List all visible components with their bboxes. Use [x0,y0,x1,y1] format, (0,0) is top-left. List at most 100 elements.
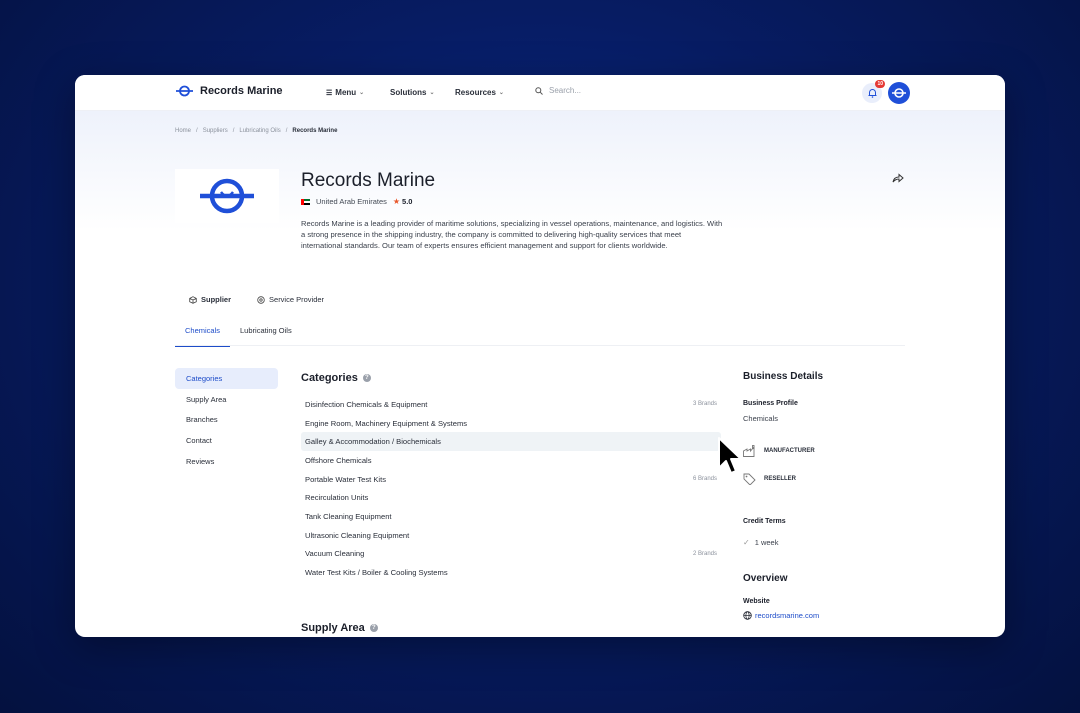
website-link[interactable]: recordsmarine.com [743,611,819,620]
tabs-divider [175,345,905,346]
company-logo-icon [200,178,254,214]
search-placeholder: Search... [549,86,582,95]
category-name: Tank Cleaning Equipment [305,511,392,521]
search-input[interactable]: Search... [535,86,581,95]
category-brands: 6 Brands [692,476,717,483]
box-icon [189,295,197,304]
credit-terms-row: ✓ 1 week [743,538,778,547]
brand-name: Records Marine [200,85,283,97]
globe-icon [743,611,752,620]
tab-supplier-label: Supplier [201,295,232,304]
info-icon[interactable]: ? [362,374,371,382]
uae-flag-icon [301,198,310,205]
category-name: Galley & Accommodation / Biochemicals [305,437,441,447]
nav-menu[interactable]: ☰ Menu ⌄ [326,88,364,97]
list-item[interactable]: Disinfection Chemicals & Equipment 3 Bran… [301,395,721,414]
business-profile-label: Business Profile [743,400,798,407]
category-brands: 3 Brands [692,401,717,408]
info-icon[interactable]: ? [369,624,378,632]
sidenav-item-contact[interactable]: Contact [175,430,278,451]
category-name: Vacuum Cleaning [305,549,365,559]
tab-service-provider[interactable]: Service Provider [257,295,324,304]
tab-service-provider-label: Service Provider [269,295,325,304]
factory-icon [743,445,755,457]
credit-terms-label: Credit Terms [743,518,786,525]
overview-title: Overview [743,573,788,584]
share-icon [892,173,904,183]
notification-badge: 10 [875,80,885,88]
chevron-down-icon: ⌄ [498,90,504,96]
browser-window: Records Marine ☰ Menu ⌄ Solutions ⌄ Reso… [75,75,1005,637]
avatar-logo-icon [892,88,906,98]
list-item[interactable]: Tank Cleaning Equipment [301,507,721,526]
list-item[interactable]: Ultrasonic Cleaning Equipment [301,526,721,545]
list-item[interactable]: Galley & Accommodation / Biochemicals [301,432,721,452]
breadcrumb-home[interactable]: Home [175,128,191,134]
bell-icon [868,89,876,98]
supply-area-title: Supply Area [301,622,365,634]
manufacturer-label: MANUFACTURER [764,448,815,454]
nav-resources-label: Resources [455,88,496,97]
company-country: United Arab Emirates [316,197,387,206]
sub-tabs: Chemicals Lubricating Oils [175,324,302,347]
reseller-label: RESELLER [764,476,797,482]
sidenav-item-reviews[interactable]: Reviews [175,451,278,472]
category-name: Offshore Chemicals [305,455,372,465]
list-item[interactable]: Vacuum Cleaning 2 Brands [301,545,721,564]
supply-area-heading: Supply Area ? [301,622,378,634]
section-nav: Categories Supply Area Branches Contact … [175,368,278,471]
share-button[interactable] [892,173,904,186]
breadcrumb-separator: / [285,128,288,134]
category-name: Water Test Kits / Boiler & Cooling Syste… [305,568,448,578]
category-name: Disinfection Chemicals & Equipment [305,399,428,409]
notifications-button[interactable]: 10 [862,80,885,103]
tab-lubricating-oils[interactable]: Lubricating Oils [230,324,302,347]
chevron-down-icon: ⌄ [359,90,365,96]
menu-icon: ☰ [326,89,333,97]
check-icon: ✓ [743,538,750,547]
business-profile-value: Chemicals [743,414,779,423]
list-item[interactable]: Water Test Kits / Boiler & Cooling Syste… [301,563,721,582]
website-label: Website [743,598,770,605]
breadcrumb-suppliers[interactable]: Suppliers [203,128,228,134]
page-title: Records Marine [301,170,436,191]
breadcrumb-separator: / [196,128,198,134]
list-item[interactable]: Portable Water Test Kits 6 Brands [301,470,721,489]
category-list: Disinfection Chemicals & Equipment 3 Bran… [301,395,721,582]
tag-icon [743,473,756,485]
list-item[interactable]: Offshore Chemicals [301,451,721,470]
breadcrumb-separator: / [232,128,235,134]
user-avatar[interactable] [888,82,910,104]
sidenav-item-categories[interactable]: Categories [175,368,278,389]
search-icon [535,86,543,95]
tab-supplier[interactable]: Supplier [189,295,231,304]
company-rating: 5.0 [402,197,413,206]
reseller-tag: RESELLER [743,473,796,485]
star-icon: ★ [392,197,401,206]
category-name: Portable Water Test Kits [305,474,387,484]
company-meta: United Arab Emirates ★ 5.0 [301,197,412,206]
sidenav-item-branches[interactable]: Branches [175,409,278,430]
categories-heading: Categories ? [301,372,371,384]
nav-menu-label: Menu [335,88,357,97]
category-name: Engine Room, Machinery Equipment & Syste… [305,418,468,428]
list-item[interactable]: Recirculation Units [301,488,721,507]
company-description: Records Marine is a leading provider of … [301,219,723,251]
role-tabs: Supplier Service Provider [189,295,324,304]
website-value: recordsmarine.com [755,611,820,620]
brand[interactable]: Records Marine [176,85,283,97]
sidenav-item-supply-area[interactable]: Supply Area [175,389,278,410]
nav-resources[interactable]: Resources ⌄ [455,88,504,97]
category-name: Ultrasonic Cleaning Equipment [305,530,410,540]
top-navigation: Records Marine ☰ Menu ⌄ Solutions ⌄ Reso… [75,75,1005,111]
nav-solutions[interactable]: Solutions ⌄ [390,88,434,97]
manufacturer-tag: MANUFACTURER [743,445,815,457]
company-logo [175,169,279,223]
breadcrumb-category[interactable]: Lubricating Oils [239,128,280,134]
category-brands: 2 Brands [692,550,717,557]
business-details-title: Business Details [743,371,824,382]
tab-chemicals[interactable]: Chemicals [175,324,231,347]
list-item[interactable]: Engine Room, Machinery Equipment & Syste… [301,414,721,433]
mouse-cursor-icon [718,437,742,474]
brand-logo-icon [176,85,193,97]
